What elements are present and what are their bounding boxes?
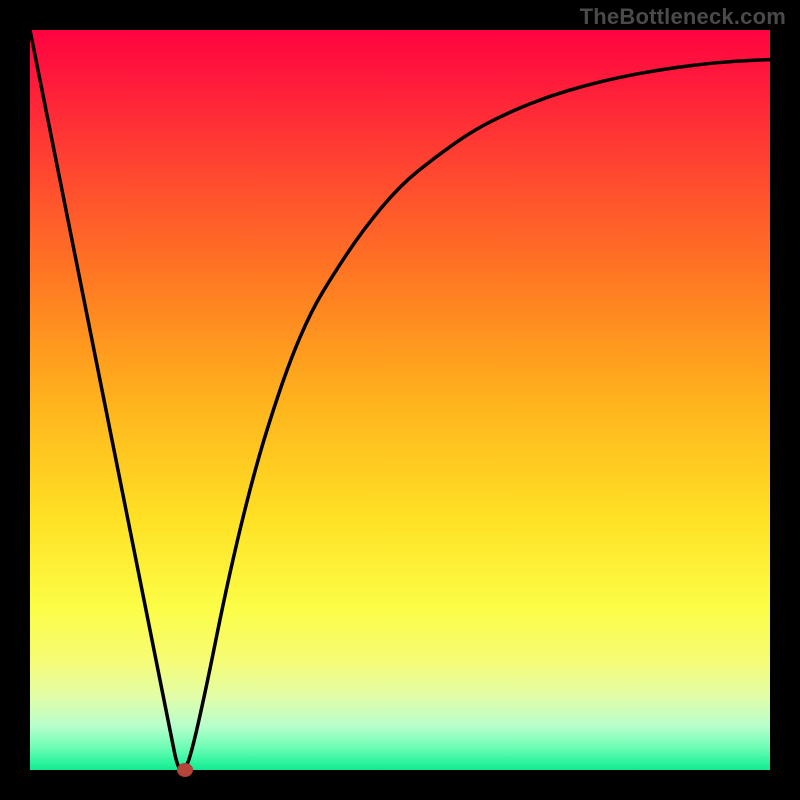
chart-frame: TheBottleneck.com <box>0 0 800 800</box>
watermark-text: TheBottleneck.com <box>580 4 786 30</box>
plot-area <box>30 30 770 770</box>
minimum-marker <box>177 763 193 777</box>
bottleneck-curve <box>30 30 770 770</box>
